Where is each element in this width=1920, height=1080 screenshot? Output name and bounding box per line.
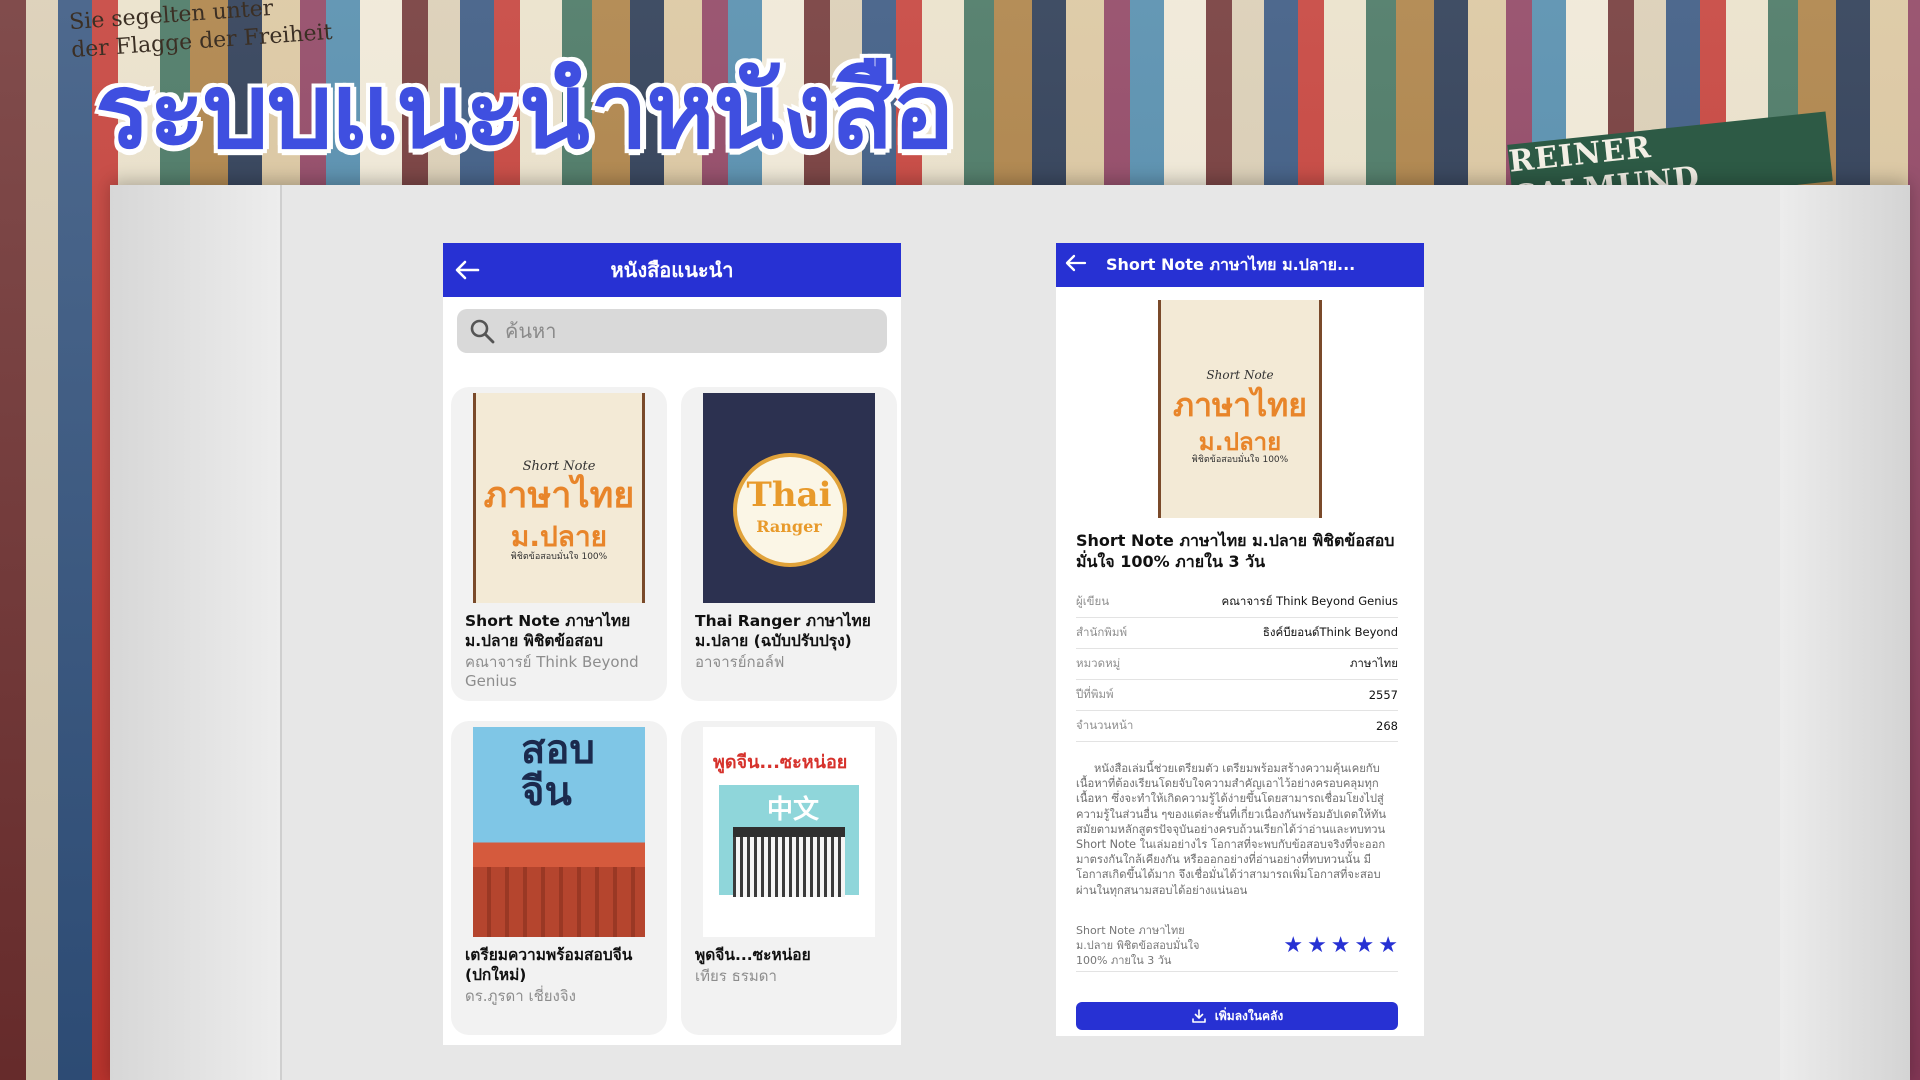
meta-row: ผู้เขียน คณาจารย์ Think Beyond Genius [1076,587,1398,618]
book-detail-screen: Short Note ภาษาไทย ม.ปลาย... Short Note … [1056,243,1424,1036]
download-icon [1191,1009,1206,1023]
book-cover: สอบ จีน [473,727,645,937]
search-bar[interactable] [457,309,887,353]
book-card[interactable]: Short Note ภาษาไทย ม.ปลาย พิชิตข้อสอบมั่… [451,387,667,701]
book-card[interactable]: Thai Ranger Thai Ranger ภาษาไทย ม.ปลาย (… [681,387,897,701]
meta-row: จำนวนหน้า 268 [1076,711,1398,742]
book-author: ดร.ภูรดา เชี่ยงจิง [465,987,576,1005]
page-headline: ระบบแนะนำหนังสือ [95,50,955,172]
star-icon[interactable]: ★ [1283,934,1303,957]
book-cover: พูดจีน...ซะหน่อย 中文 [703,727,875,937]
back-arrow-icon[interactable] [443,243,491,297]
search-input[interactable] [505,319,805,343]
book-author: คณาจารย์ Think Beyond Genius [465,653,639,690]
add-to-library-button[interactable]: เพิ่มลงในคลัง [1076,1002,1398,1030]
book-detail-title: Short Note ภาษาไทย ม.ปลาย พิชิตข้อสอบมั่… [1076,531,1395,571]
meta-row: สำนักพิมพ์ ธิงค์บียอนด์Think Beyond [1076,618,1398,649]
book-title: Thai Ranger ภาษาไทย ม.ปลาย (ฉบับปรับปรุง… [695,612,871,650]
star-icon[interactable]: ★ [1355,934,1375,957]
book-author: อาจารย์กอล์ฟ [695,653,785,671]
book-cover: Short Note ภาษาไทย ม.ปลาย พิชิตข้อสอบมั่… [473,393,645,603]
meta-row: ปีที่พิมพ์ 2557 [1076,680,1398,711]
rating-row: Short Note ภาษาไทย ม.ปลาย พิชิตข้อสอบมั่… [1076,920,1398,972]
book-author: เทียร ธรมดา [695,967,777,985]
book-description: หนังสือเล่มนี้ช่วยเตรียมตัว เตรียมพร้อมส… [1076,762,1387,897]
star-icon[interactable]: ★ [1331,934,1351,957]
star-icon[interactable]: ★ [1307,934,1327,957]
book-list-screen: หนังสือแนะนำ Short Note ภาษาไทย ม.ปลาย พ… [443,243,901,1045]
back-arrow-icon[interactable] [1056,253,1096,278]
book-cover-large: Short Note ภาษาไทย ม.ปลาย พิชิตข้อสอบมั่… [1158,300,1322,518]
rating-book-label: Short Note ภาษาไทย ม.ปลาย พิชิตข้อสอบมั่… [1076,924,1200,967]
book-title: เตรียมความพร้อมสอบจีน (ปกใหม่) [465,946,633,984]
book-title: Short Note ภาษาไทย ม.ปลาย พิชิตข้อสอบ [465,612,631,650]
app-bar-title: Short Note ภาษาไทย ม.ปลาย... [1106,254,1356,274]
search-icon [470,319,495,344]
book-cover: Thai Ranger [703,393,875,603]
book-meta-table: ผู้เขียน คณาจารย์ Think Beyond Genius สำน… [1076,587,1398,742]
app-bar-title: หนังสือแนะนำ [610,258,734,282]
book-title: พูดจีน...ซะหน่อย [695,946,811,964]
app-bar: หนังสือแนะนำ [443,243,901,297]
book-card[interactable]: สอบ จีน เตรียมความพร้อมสอบจีน (ปกใหม่) ดร… [451,721,667,1035]
rating-stars[interactable]: ★ ★ ★ ★ ★ [1283,934,1398,957]
star-icon[interactable]: ★ [1378,934,1398,957]
book-grid: Short Note ภาษาไทย ม.ปลาย พิชิตข้อสอบมั่… [443,353,901,1035]
open-book-page [110,185,1910,1080]
meta-row: หมวดหมู่ ภาษาไทย [1076,649,1398,680]
app-bar: Short Note ภาษาไทย ม.ปลาย... [1056,243,1424,287]
book-card[interactable]: พูดจีน...ซะหน่อย 中文 พูดจีน...ซะหน่อย เที… [681,721,897,1035]
